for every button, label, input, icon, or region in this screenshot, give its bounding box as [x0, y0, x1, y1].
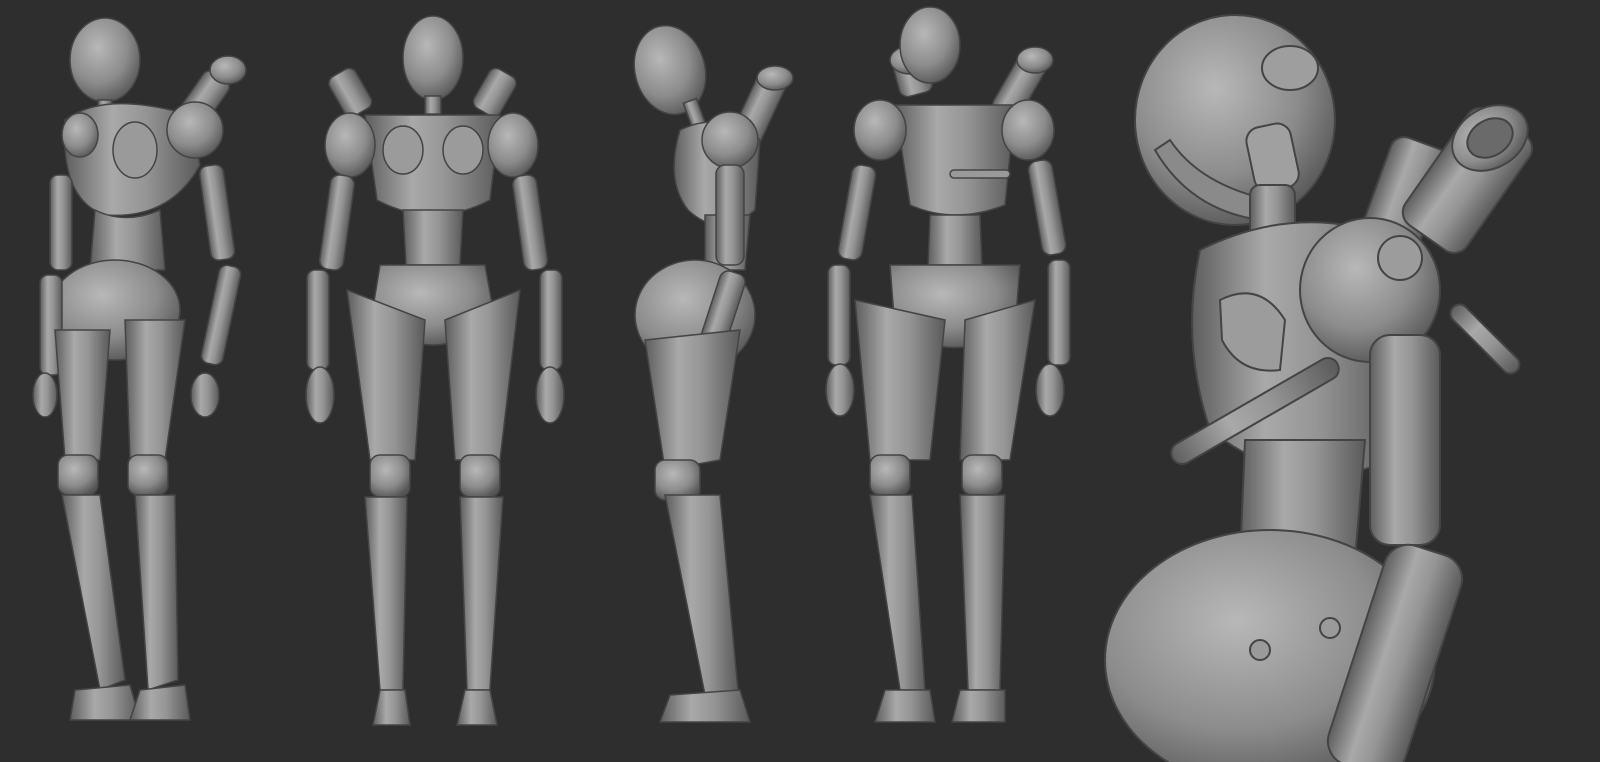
- robot-figure-icon: [633, 24, 794, 723]
- robot-figure-icon: [305, 15, 565, 726]
- view-three-quarter-front: [0, 0, 290, 762]
- robot-figure-icon: [825, 6, 1071, 723]
- view-closeup-three-quarter: [1100, 0, 1600, 762]
- robot-figure-icon: [1104, 14, 1533, 762]
- view-side: [610, 0, 820, 762]
- view-back: [800, 0, 1110, 762]
- robot-figure-icon: [32, 17, 247, 721]
- render-sheet: [0, 0, 1600, 762]
- view-front: [285, 0, 585, 762]
